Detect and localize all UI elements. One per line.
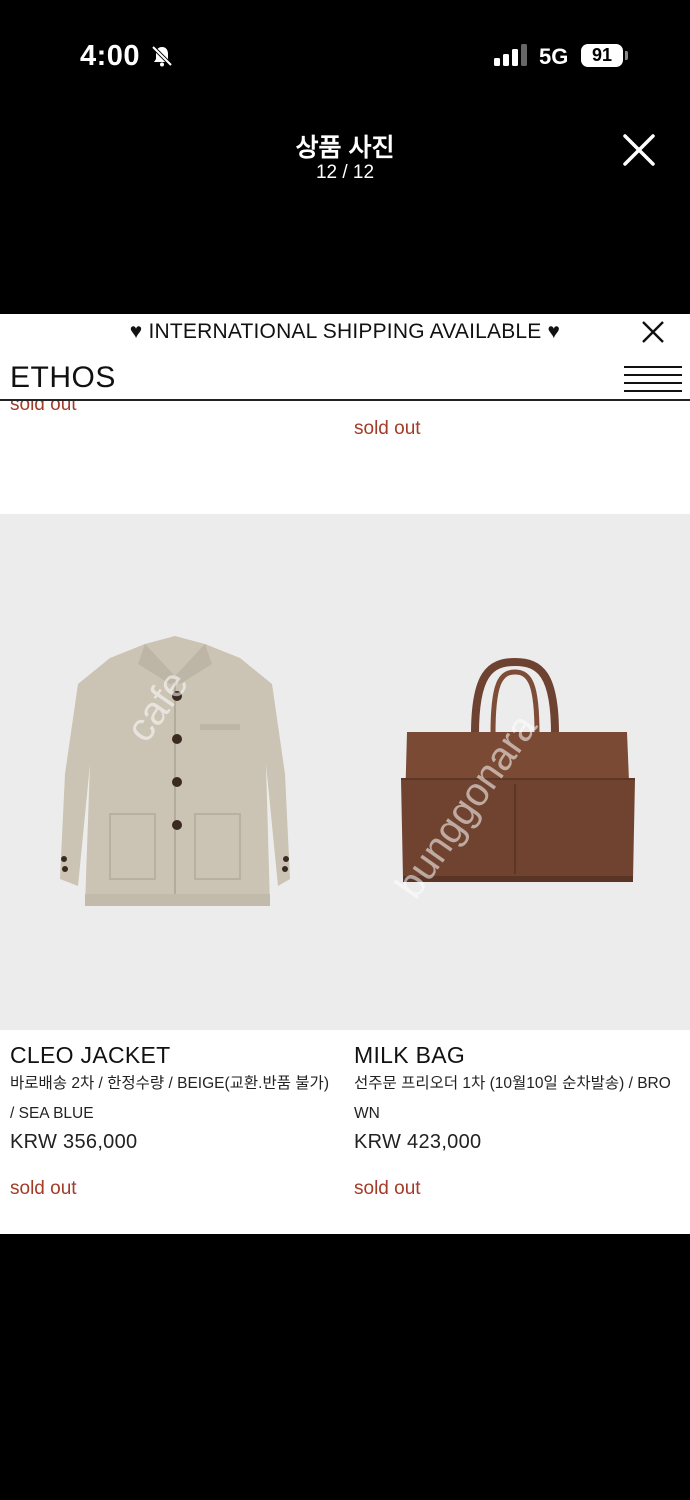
sold-out-label: sold out: [354, 418, 421, 439]
battery-icon: 91: [581, 44, 623, 67]
product-desc-line2: WN: [354, 1105, 380, 1122]
image-counter: 12 / 12: [315, 162, 375, 183]
product-name[interactable]: CLEO JACKET: [10, 1042, 171, 1069]
banner-close-icon[interactable]: [641, 320, 665, 344]
network-type: 5G: [539, 44, 569, 69]
shipping-banner: ♥ INTERNATIONAL SHIPPING AVAILABLE ♥: [0, 314, 690, 357]
silent-bell-icon: [151, 45, 173, 67]
product-price: KRW 356,000: [10, 1131, 138, 1153]
battery-tip: [625, 51, 628, 60]
product-images: cafe bunggonara: [0, 514, 690, 1030]
site-logo[interactable]: ETHOS: [10, 361, 116, 395]
product-desc-line2: / SEA BLUE: [10, 1105, 94, 1122]
cellular-signal-icon: [494, 44, 527, 66]
viewer-title: 상품 사진: [295, 134, 395, 162]
product-price: KRW 423,000: [354, 1131, 482, 1153]
product-screenshot: ♥ INTERNATIONAL SHIPPING AVAILABLE ♥ sol…: [0, 314, 690, 1234]
product-desc-line1: 바로배송 2차 / 한정수량 / BEIGE(교환.반품 불가): [10, 1075, 329, 1092]
status-bar: 4:00 5G 91: [0, 0, 690, 110]
hamburger-menu-icon[interactable]: [624, 366, 682, 392]
banner-text: ♥ INTERNATIONAL SHIPPING AVAILABLE ♥: [129, 320, 561, 343]
site-header: ETHOS: [0, 357, 690, 401]
product-desc-line1: 선주문 프리오더 1차 (10월10일 순차발송) / BRO: [354, 1075, 671, 1092]
product-status: sold out: [354, 1178, 421, 1199]
cleo-jacket-image[interactable]: [40, 624, 310, 924]
product-name[interactable]: MILK BAG: [354, 1042, 465, 1069]
close-icon[interactable]: [622, 133, 656, 167]
product-status: sold out: [10, 1178, 77, 1199]
status-time: 4:00: [80, 40, 141, 72]
